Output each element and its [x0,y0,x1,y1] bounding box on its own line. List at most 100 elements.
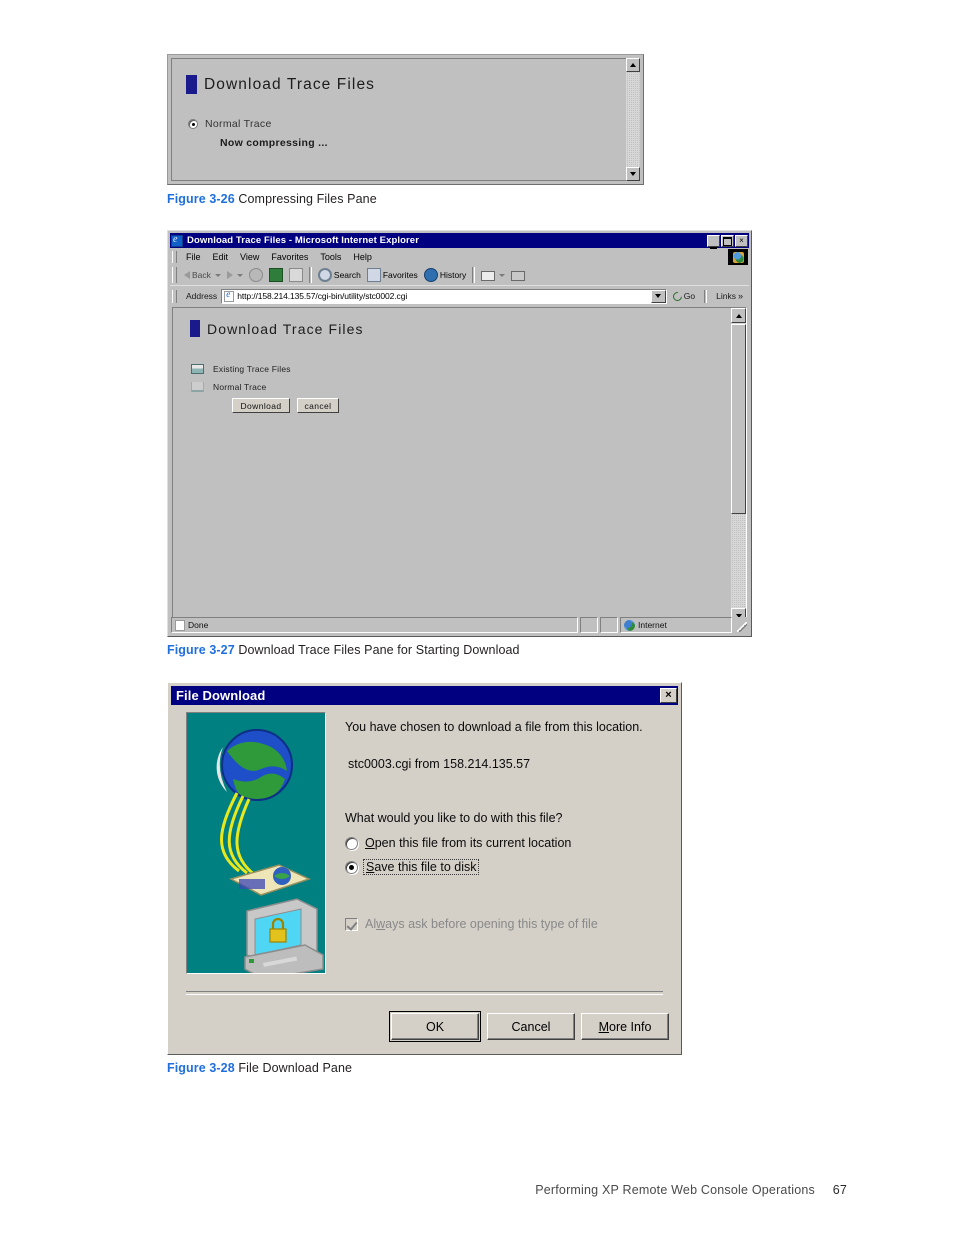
menu-item-file[interactable]: File [180,252,207,262]
radio-save-to-disk[interactable]: Save this file to disk [345,859,480,875]
address-dropdown-button[interactable] [650,289,666,303]
search-icon [317,268,332,282]
status-panel-3 [600,617,618,633]
addressbar-separator [704,289,708,303]
scroll-down-button[interactable] [626,167,640,181]
radio-save-label: Save this file to disk [363,859,480,875]
tree-item-label: Normal Trace [213,382,267,392]
normal-trace-radio-row[interactable]: Normal Trace [188,118,272,130]
address-label: Address [186,291,218,301]
radio-open-label-rest: pen this file from its current location [374,836,572,850]
figure-3-27-number: Figure 3-27 [167,643,235,657]
menu-item-tools[interactable]: Tools [314,252,347,262]
checkbox-label-rest: ays ask before opening this type of file [385,917,598,931]
toolbar-print-button[interactable] [508,269,528,281]
checkbox-always-ask-label: Always ask before opening this type of f… [365,917,598,931]
cancel-button[interactable]: Cancel [487,1013,575,1040]
dialog-titlebar: File Download × [171,686,678,705]
toolbar-history-button[interactable]: History [421,268,469,282]
content-scroll-up-button[interactable] [731,308,746,323]
page-title-text: Download Trace Files [207,320,364,337]
toolbar-separator [308,267,312,283]
toolbar-back-button[interactable]: Back [181,270,224,280]
dialog-line-2: stc0003.cgi from 158.214.135.57 [348,757,531,771]
dialog-close-button[interactable]: × [660,688,677,703]
toolbar-home-button[interactable] [286,268,306,282]
dialog-title-text: File Download [176,688,266,703]
links-chevron-icon: » [737,291,743,301]
checkbox-label-pre: Al [365,917,377,931]
toolbar-favorites-button[interactable]: Favorites [364,268,421,282]
home-icon [288,268,303,282]
page-title: Download Trace Files [190,320,364,337]
content-vertical-scrollbar[interactable] [731,308,746,623]
page-number: 67 [832,1183,847,1197]
chevron-down-icon[interactable] [499,273,506,277]
tree-item-label: Existing Trace Files [213,364,291,374]
radio-save-icon[interactable] [345,860,358,874]
toolbar-mail-button[interactable] [478,269,508,281]
tree-item-existing-trace-files[interactable]: Existing Trace Files [191,364,291,374]
pane-vertical-scrollbar[interactable] [626,58,640,181]
maximize-button[interactable] [721,234,734,247]
chevron-down-icon[interactable] [236,273,243,277]
favorites-icon [366,268,381,282]
download-button[interactable]: Download [232,398,290,413]
history-icon [423,268,438,282]
figure-3-26-number: Figure 3-26 [167,192,235,206]
addressbar-grip-handle[interactable] [172,289,177,303]
ok-button[interactable]: OK [389,1011,481,1042]
toolbar-stop-button[interactable] [246,268,266,282]
figure-3-26-caption: Figure 3-26 Compressing Files Pane [167,192,377,206]
menubar-grip-handle[interactable] [172,251,177,263]
status-message: Done [188,620,209,630]
window-resize-grip[interactable] [734,617,748,633]
links-button[interactable]: Links » [710,291,749,301]
forward-arrow-icon [226,271,233,279]
more-info-button[interactable]: More Info [581,1013,669,1040]
toolbar-history-label: History [439,270,467,280]
figure-3-28-file-download-dialog: File Download × You have chosen to downl… [167,682,682,1055]
figure-3-26-compressing-files-pane: Download Trace Files Normal Trace Now co… [167,54,644,185]
page-footer: Performing XP Remote Web Console Operati… [535,1183,847,1197]
ie-logo-glyph [732,251,744,263]
globe-to-computer-illustration-svg [216,729,324,973]
more-info-label-rest: ore Info [609,1019,652,1034]
minimize-button[interactable] [707,234,720,249]
address-input[interactable]: http://158.214.135.57/cgi-bin/utility/st… [221,288,667,304]
checkbox-always-ask: Always ask before opening this type of f… [345,917,598,931]
normal-trace-label: Normal Trace [205,118,272,130]
figure-3-28-number: Figure 3-28 [167,1061,235,1075]
figure-3-27-caption: Figure 3-27 Download Trace Files Pane fo… [167,643,520,657]
figure-3-27-ie-window: Download Trace Files - Microsoft Interne… [167,230,752,637]
toolbar-grip-handle[interactable] [172,267,177,283]
normal-trace-radio-icon[interactable] [188,119,198,129]
toolbar-forward-button[interactable] [224,271,246,279]
stop-icon [248,268,263,282]
toolbar-back-label: Back [192,270,211,280]
arrow-up-icon [630,63,636,67]
menu-item-view[interactable]: View [234,252,265,262]
go-button[interactable]: Go [667,289,701,303]
page-icon [175,619,185,631]
browser-content-area: Download Trace Files Existing Trace File… [172,307,747,624]
folder-closed-icon [191,364,204,374]
menu-item-favorites[interactable]: Favorites [265,252,314,262]
content-scroll-thumb[interactable] [731,324,746,514]
tree-item-normal-trace[interactable]: Normal Trace [191,382,266,392]
print-icon [511,271,526,281]
ie-animated-logo-icon [728,249,748,265]
chevron-down-icon[interactable] [214,273,221,277]
toolbar-separator [472,267,476,283]
toolbar-search-button[interactable]: Search [315,268,364,282]
toolbar-refresh-button[interactable] [266,268,286,282]
status-message-panel: Done [171,617,578,633]
close-button[interactable]: × [735,234,748,247]
menu-item-edit[interactable]: Edit [207,252,235,262]
scroll-up-button[interactable] [626,58,640,72]
cancel-button[interactable]: cancel [297,398,339,413]
radio-open-from-location[interactable]: Open this file from its current location [345,836,571,850]
menu-item-help[interactable]: Help [347,252,378,262]
footer-text: Performing XP Remote Web Console Operati… [535,1183,815,1197]
radio-open-icon[interactable] [345,836,358,850]
